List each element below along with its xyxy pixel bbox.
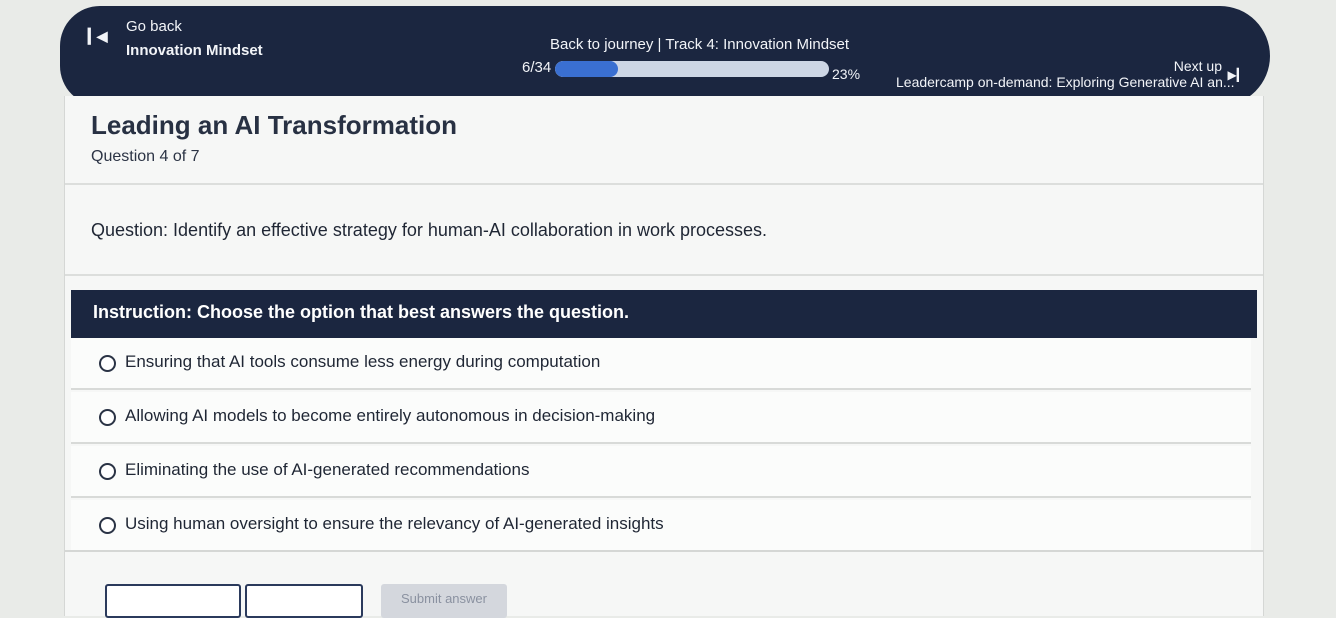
instruction-bar: Instruction: Choose the option that best… [71, 290, 1257, 338]
course-name: Innovation Mindset [126, 42, 263, 59]
skip-next-icon[interactable]: ▶▎ [1228, 68, 1246, 82]
next-up-title[interactable]: Leadercamp on-demand: Exploring Generati… [896, 74, 1235, 90]
progress-percent: 23% [832, 66, 861, 82]
question-count: Question 4 of 7 [91, 148, 200, 165]
go-back-link[interactable]: Go back [126, 18, 182, 35]
answer-option-label: Ensuring that AI tools consume less ener… [125, 352, 601, 371]
next-up-label: Next up [1173, 58, 1222, 74]
question-text: Question: Identify an effective strategy… [91, 220, 768, 240]
save-and-exit-button[interactable] [105, 584, 241, 618]
submit-answer-button[interactable]: Submit answer [381, 584, 507, 618]
progress-bar-fill [555, 61, 619, 77]
divider [65, 183, 1263, 185]
skip-back-icon[interactable]: ▎◀ [88, 28, 107, 45]
progress-bar [555, 61, 829, 77]
divider [65, 274, 1263, 276]
radio-icon[interactable] [99, 463, 116, 480]
answer-option-1[interactable]: Ensuring that AI tools consume less ener… [71, 338, 1251, 390]
instruction-text: Instruction: Choose the option that best… [93, 302, 630, 322]
answer-option-4[interactable]: Using human oversight to ensure the rele… [71, 500, 1251, 552]
answer-option-3[interactable]: Eliminating the use of AI-generated reco… [71, 446, 1251, 498]
i-do-not-know-button[interactable] [245, 584, 363, 618]
answer-option-2[interactable]: Allowing AI models to become entirely au… [71, 392, 1251, 444]
quiz-panel: Leading an AI Transformation Question 4 … [64, 96, 1264, 618]
radio-icon[interactable] [99, 517, 116, 534]
back-to-journey-link[interactable]: Back to journey | Track 4: Innovation Mi… [550, 36, 849, 53]
radio-icon[interactable] [99, 355, 116, 372]
answer-option-label: Allowing AI models to become entirely au… [125, 406, 656, 425]
top-navigation-bar: ▎◀ Go back Innovation Mindset Back to jo… [60, 6, 1270, 106]
radio-icon[interactable] [99, 409, 116, 426]
quiz-title: Leading an AI Transformation [91, 110, 457, 140]
answer-option-label: Using human oversight to ensure the rele… [125, 514, 664, 533]
answer-option-label: Eliminating the use of AI-generated reco… [125, 460, 530, 479]
divider [65, 550, 1263, 552]
progress-count: 6/34 [522, 59, 552, 76]
